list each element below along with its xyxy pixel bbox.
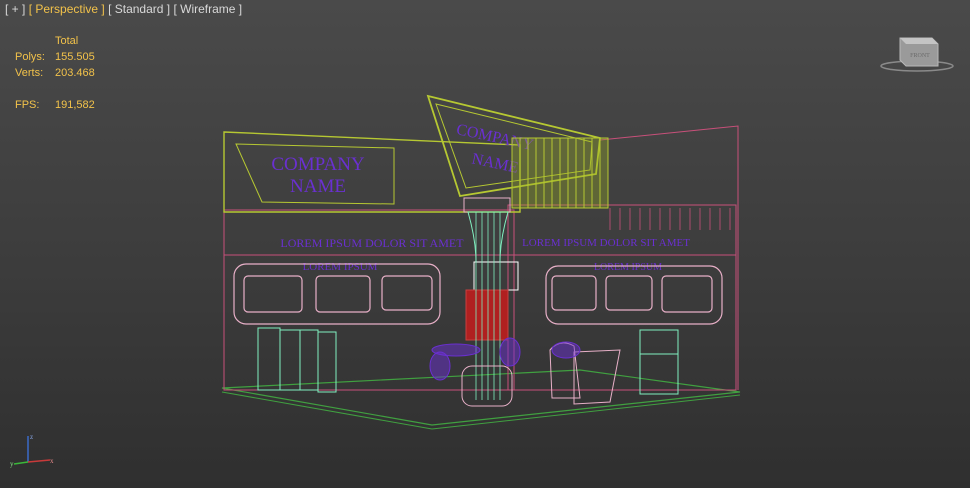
right-shelf xyxy=(639,329,679,395)
right-lorem-long: LOREM IPSUM DOLOR SIT AMET xyxy=(522,237,690,249)
right-wall xyxy=(507,204,737,391)
axis-x-label: x xyxy=(50,457,54,465)
yellow-grill xyxy=(511,137,609,209)
scene-wireframe: COMPANY NAME COMPANY NAME LOREM IPSUM DO… xyxy=(221,94,741,430)
axis-tripod-icon: z x y xyxy=(10,433,54,468)
left-company-line2: NAME xyxy=(290,176,346,197)
right-seating xyxy=(549,341,621,405)
axis-y-label: y xyxy=(10,460,14,468)
left-lorem-short: LOREM IPSUM xyxy=(303,261,378,273)
axis-z-label: z xyxy=(30,433,33,441)
right-lorem-short: LOREM IPSUM xyxy=(594,262,662,273)
left-lorem-long: LOREM IPSUM DOLOR SIT AMET xyxy=(280,236,464,250)
viewport[interactable]: [ + ] [ Perspective ] [ Standard ] [ Wir… xyxy=(0,0,970,488)
left-header xyxy=(223,131,521,213)
left-company-line1: COMPANY xyxy=(271,154,365,175)
